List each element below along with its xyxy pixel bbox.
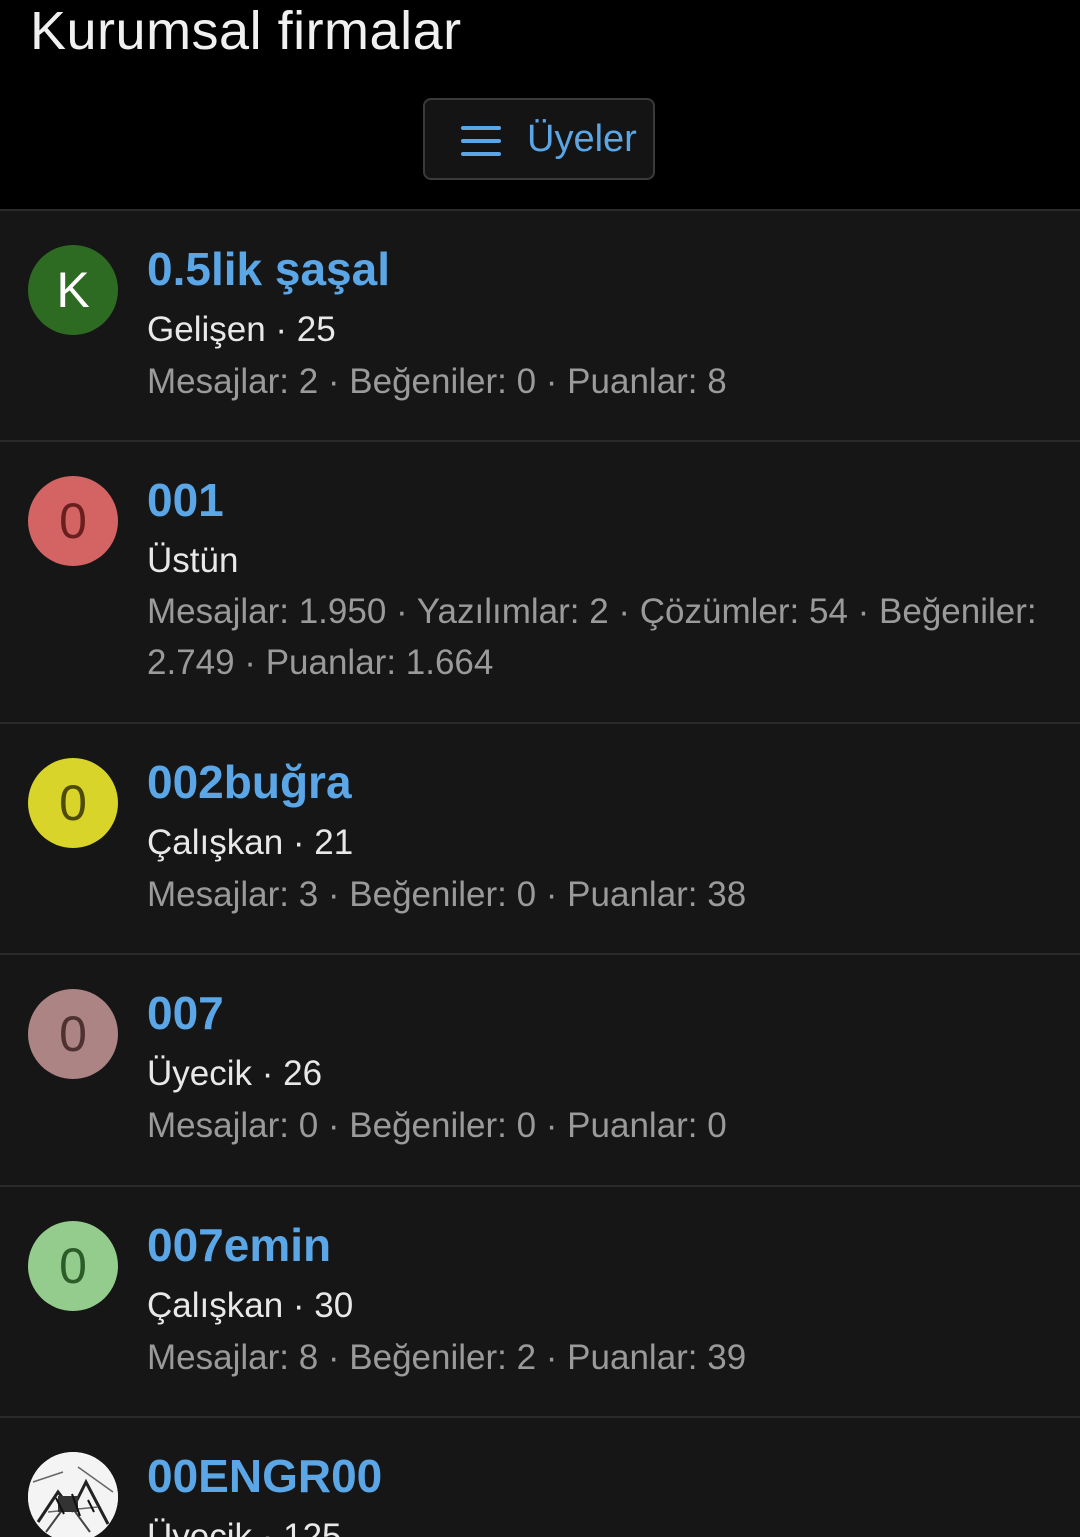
member-row: 00ENGR00 Üyecik · 125 bbox=[0, 1418, 1080, 1537]
member-title: Çalışkan · 21 bbox=[147, 823, 354, 862]
avatar[interactable]: 0 bbox=[28, 989, 118, 1079]
page-title: Kurumsal firmalar bbox=[30, 1, 462, 61]
avatar[interactable]: 0 bbox=[28, 1221, 118, 1311]
member-title: Gelişen · 25 bbox=[147, 310, 336, 349]
member-name-link[interactable]: 007emin bbox=[147, 1218, 331, 1272]
member-stats: Mesajlar: 1.950 · Yazılımlar: 2 · Çözüml… bbox=[147, 592, 1037, 682]
member-stats: Mesajlar: 3 · Beğeniler: 0 · Puanlar: 38 bbox=[147, 875, 747, 914]
page-header: Kurumsal firmalar Üyeler bbox=[0, 0, 1080, 211]
member-name-link[interactable]: 00ENGR00 bbox=[147, 1449, 382, 1503]
members-menu-button[interactable]: Üyeler bbox=[423, 98, 655, 180]
member-row: 0 002buğra Çalışkan · 21 Mesajlar: 3 · B… bbox=[0, 724, 1080, 955]
avatar-initial: 0 bbox=[59, 1006, 87, 1062]
avatar[interactable]: 0 bbox=[28, 476, 118, 566]
avatar-initial: 0 bbox=[59, 1238, 87, 1294]
avatar-initial: K bbox=[56, 262, 90, 318]
member-stats: Mesajlar: 2 · Beğeniler: 0 · Puanlar: 8 bbox=[147, 362, 727, 401]
member-row: 0 007 Üyecik · 26 Mesajlar: 0 · Beğenile… bbox=[0, 955, 1080, 1187]
member-stats: Mesajlar: 0 · Beğeniler: 0 · Puanlar: 0 bbox=[147, 1106, 727, 1145]
avatar[interactable]: 0 bbox=[28, 758, 118, 848]
member-name-link[interactable]: 007 bbox=[147, 986, 224, 1040]
avatar[interactable]: K bbox=[28, 245, 118, 335]
member-name-link[interactable]: 002buğra bbox=[147, 755, 352, 809]
avatar-image bbox=[28, 1452, 118, 1537]
member-title: Çalışkan · 30 bbox=[147, 1286, 354, 1325]
members-page: Kurumsal firmalar Üyeler K 0.5lik şaşal … bbox=[0, 0, 1080, 1537]
member-name-link[interactable]: 001 bbox=[147, 473, 224, 527]
member-row: K 0.5lik şaşal Gelişen · 25 Mesajlar: 2 … bbox=[0, 211, 1080, 442]
member-list: K 0.5lik şaşal Gelişen · 25 Mesajlar: 2 … bbox=[0, 211, 1080, 1537]
member-title: Üstün bbox=[147, 541, 239, 580]
member-name-link[interactable]: 0.5lik şaşal bbox=[147, 242, 390, 296]
member-stats: Mesajlar: 8 · Beğeniler: 2 · Puanlar: 39 bbox=[147, 1338, 747, 1377]
hamburger-icon bbox=[461, 124, 501, 158]
avatar-initial: 0 bbox=[59, 775, 87, 831]
member-row: 0 001 Üstün Mesajlar: 1.950 · Yazılımlar… bbox=[0, 442, 1080, 724]
members-menu-label: Üyeler bbox=[527, 118, 637, 160]
member-title: Üyecik · 125 bbox=[147, 1517, 342, 1537]
member-title: Üyecik · 26 bbox=[147, 1054, 323, 1093]
member-row: 0 007emin Çalışkan · 30 Mesajlar: 8 · Be… bbox=[0, 1187, 1080, 1418]
avatar[interactable] bbox=[28, 1452, 118, 1537]
avatar-initial: 0 bbox=[59, 493, 87, 549]
